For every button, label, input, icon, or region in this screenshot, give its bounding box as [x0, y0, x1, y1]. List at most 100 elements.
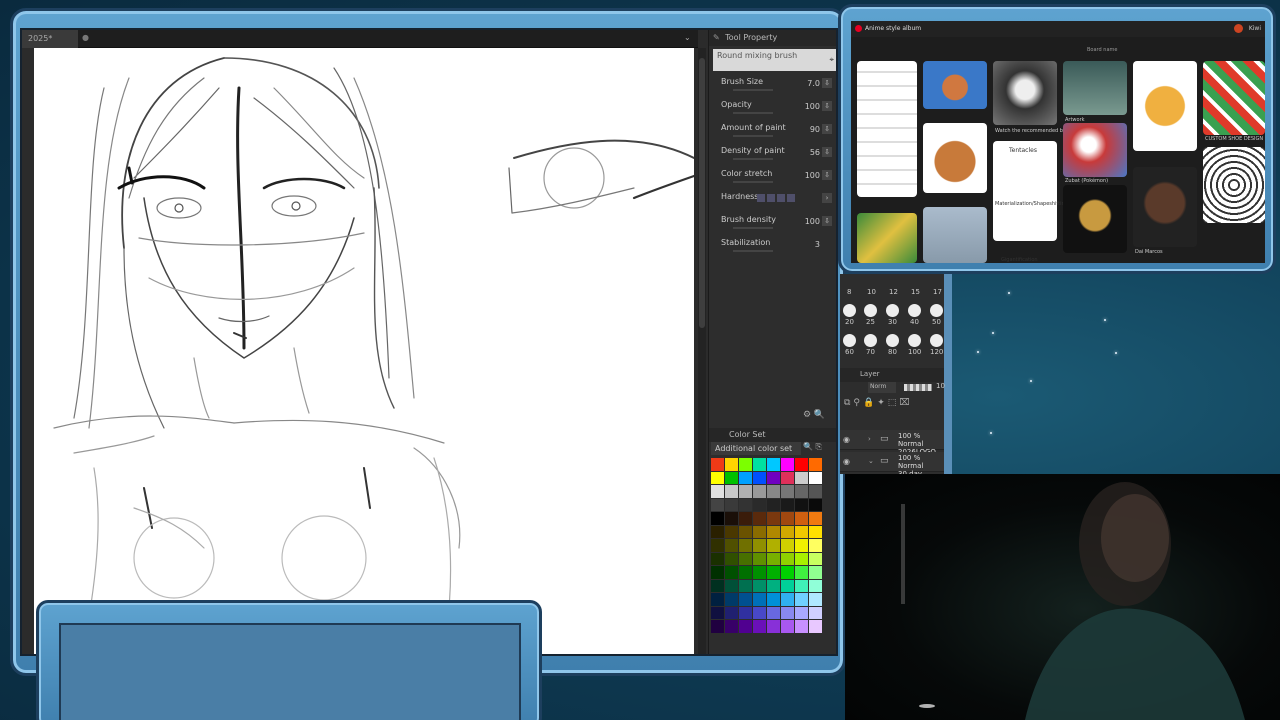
prop-density-of-paint[interactable]: Density of paint 56 ⇩ — [709, 143, 836, 166]
color-swatch[interactable] — [795, 471, 808, 484]
color-swatch[interactable] — [725, 525, 738, 538]
color-swatch[interactable] — [739, 471, 752, 484]
color-swatch[interactable] — [795, 606, 808, 619]
prop-slider[interactable] — [733, 158, 773, 160]
brush-size-dot[interactable] — [908, 334, 921, 347]
brush-size-label[interactable]: 30 — [888, 318, 897, 326]
color-swatch[interactable] — [809, 552, 822, 565]
prop-slider[interactable] — [733, 181, 773, 183]
color-swatch[interactable] — [795, 539, 808, 552]
color-swatch[interactable] — [767, 485, 780, 498]
color-swatch[interactable] — [781, 458, 794, 471]
pressure-toggle-icon[interactable]: ⇩ — [822, 101, 832, 111]
color-set-dropdown[interactable]: Additional color set — [711, 442, 801, 455]
brush-size-label[interactable]: 70 — [866, 348, 875, 356]
color-swatch[interactable] — [795, 566, 808, 579]
hardness-selector[interactable] — [757, 194, 795, 202]
canvas-scrollbar[interactable] — [698, 48, 706, 654]
color-swatch[interactable] — [795, 620, 808, 633]
color-swatch[interactable] — [795, 593, 808, 606]
brush-size-dot[interactable] — [886, 304, 899, 317]
drawing-canvas[interactable] — [34, 48, 694, 654]
color-swatch[interactable] — [725, 471, 738, 484]
layer-item[interactable]: ◉ ⌄ ▭ 100 % Normal30 day — [840, 452, 944, 478]
brush-size-label[interactable]: 8 — [847, 288, 851, 296]
color-swatch[interactable] — [767, 566, 780, 579]
pin-image[interactable] — [923, 61, 987, 109]
prop-stabilization[interactable]: Stabilization 3 — [709, 235, 836, 258]
color-swatch[interactable] — [725, 539, 738, 552]
color-swatch[interactable] — [725, 566, 738, 579]
brush-size-label[interactable]: 15 — [911, 288, 920, 296]
color-swatch[interactable] — [809, 525, 822, 538]
pressure-toggle-icon[interactable]: ⇩ — [822, 216, 832, 226]
color-swatch[interactable] — [795, 498, 808, 511]
color-swatch[interactable] — [711, 606, 724, 619]
color-swatch[interactable] — [711, 498, 724, 511]
prop-opacity[interactable]: Opacity 100 ⇩ — [709, 97, 836, 120]
prop-value[interactable]: 100 — [805, 217, 820, 226]
color-swatch[interactable] — [711, 485, 724, 498]
pin-image[interactable] — [993, 141, 1057, 241]
prop-value[interactable]: 56 — [810, 148, 820, 157]
color-swatch[interactable] — [781, 512, 794, 525]
brush-size-label[interactable]: 12 — [889, 288, 898, 296]
color-swatch[interactable] — [767, 458, 780, 471]
color-swatch[interactable] — [739, 498, 752, 511]
pressure-toggle-icon[interactable]: ⇩ — [822, 170, 832, 180]
pin-image[interactable] — [1063, 61, 1127, 115]
color-swatch[interactable] — [725, 579, 738, 592]
prop-slider[interactable] — [733, 112, 773, 114]
prop-value[interactable]: 90 — [810, 125, 820, 134]
color-swatch[interactable] — [725, 498, 738, 511]
pin-image[interactable] — [1133, 61, 1197, 151]
color-swatch[interactable] — [739, 525, 752, 538]
prop-brush-density[interactable]: Brush density 100 ⇩ — [709, 212, 836, 235]
color-swatch[interactable] — [739, 458, 752, 471]
color-swatch[interactable] — [767, 593, 780, 606]
color-swatch[interactable] — [753, 498, 766, 511]
color-swatch[interactable] — [725, 620, 738, 633]
brush-size-dot[interactable] — [930, 334, 943, 347]
color-swatch[interactable] — [781, 579, 794, 592]
color-swatch[interactable] — [725, 552, 738, 565]
pressure-toggle-icon[interactable]: ⇩ — [822, 124, 832, 134]
color-swatch[interactable] — [739, 485, 752, 498]
color-swatch[interactable] — [781, 552, 794, 565]
eye-icon[interactable]: ◉ — [843, 435, 850, 444]
pin-image[interactable] — [857, 213, 917, 263]
color-swatch[interactable] — [753, 485, 766, 498]
pin-image[interactable] — [1063, 123, 1127, 177]
brush-size-label[interactable]: 80 — [888, 348, 897, 356]
color-swatch[interactable] — [739, 593, 752, 606]
prop-slider[interactable] — [733, 89, 773, 91]
color-swatch[interactable] — [809, 620, 822, 633]
color-swatch[interactable] — [753, 579, 766, 592]
prop-amount-of-paint[interactable]: Amount of paint 90 ⇩ — [709, 120, 836, 143]
color-swatch[interactable] — [809, 458, 822, 471]
pinterest-logo-icon[interactable] — [855, 25, 862, 32]
brush-size-label[interactable]: 10 — [867, 288, 876, 296]
color-swatch[interactable] — [809, 593, 822, 606]
prop-slider[interactable] — [733, 250, 773, 252]
chevron-right-icon[interactable]: › — [822, 193, 832, 203]
pressure-toggle-icon[interactable]: ⇩ — [822, 78, 832, 88]
brush-size-dot[interactable] — [908, 304, 921, 317]
prop-brush-size[interactable]: Brush Size 7.0 ⇩ — [709, 74, 836, 97]
tab-close-icon[interactable]: ● — [82, 33, 89, 42]
pin-image[interactable] — [857, 61, 917, 197]
color-swatch[interactable] — [781, 525, 794, 538]
blend-mode-dropdown[interactable]: Norm — [868, 382, 896, 393]
color-swatch[interactable] — [725, 606, 738, 619]
layer-opacity-slider[interactable] — [904, 384, 932, 391]
brush-size-dot[interactable] — [843, 304, 856, 317]
color-swatch[interactable] — [767, 620, 780, 633]
prop-value[interactable]: 3 — [815, 240, 820, 249]
color-swatch[interactable] — [795, 552, 808, 565]
prop-value[interactable]: 100 — [805, 171, 820, 180]
brush-size-dot[interactable] — [843, 334, 856, 347]
scroll-thumb[interactable] — [699, 58, 705, 328]
color-swatch[interactable] — [725, 458, 738, 471]
color-swatch[interactable] — [781, 539, 794, 552]
eye-icon[interactable]: ◉ — [843, 457, 850, 466]
